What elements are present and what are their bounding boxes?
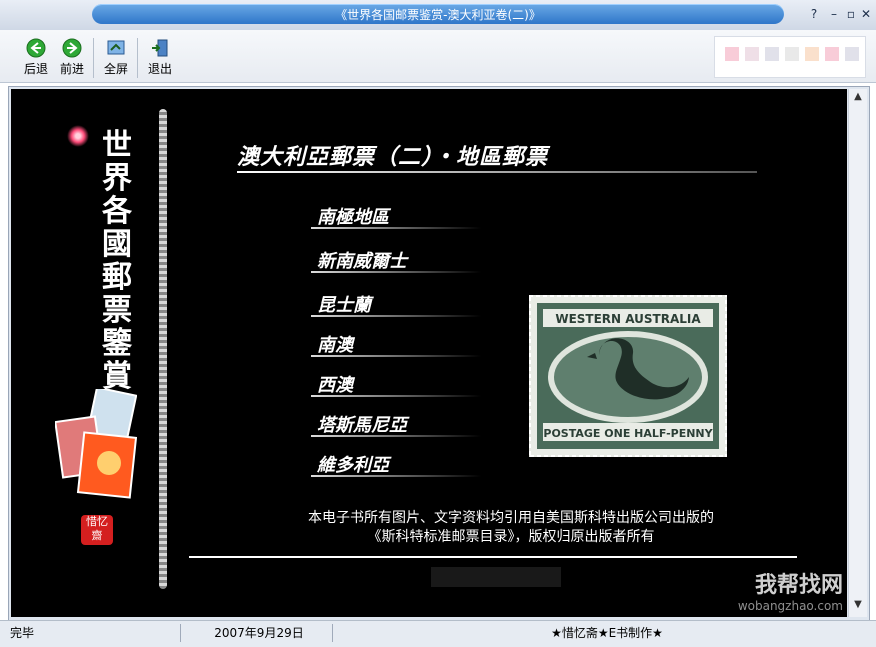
content-frame: 世 界 各 國 郵 票 鑒 賞 惜忆齋 澳大利亞郵票（二）・地區郵票 南極地區 … — [8, 86, 870, 622]
region-link-queensland[interactable]: 昆士蘭 — [311, 287, 497, 317]
vertical-scrollbar[interactable]: ▲ ▼ — [848, 89, 867, 617]
status-credit: ★惜忆斋★E书制作★ — [332, 624, 875, 642]
region-underline — [311, 315, 481, 317]
title-char: 鑒 — [102, 326, 132, 361]
region-label: 塔斯馬尼亞 — [317, 415, 407, 436]
region-link-victoria[interactable]: 維多利亞 — [311, 447, 497, 477]
region-link-south-australia[interactable]: 南澳 — [311, 327, 497, 357]
arrow-left-icon — [26, 38, 46, 58]
region-underline — [311, 395, 481, 397]
copyright-line: 《斯科特标准邮票目录》，版权归原出版者所有 — [367, 529, 655, 545]
title-char: 界 — [102, 161, 132, 196]
toolbar: 后退 前进 全屏 退出 — [0, 30, 876, 83]
title-char: 世 — [102, 128, 132, 163]
watermark-brand: 我帮找网 — [754, 573, 843, 598]
toolbar-separator — [93, 38, 94, 78]
footer-divider — [189, 556, 797, 558]
title-pill: 《世界各国邮票鉴赏-澳大利亚卷(二)》 — [92, 4, 784, 24]
region-underline — [311, 227, 481, 229]
exit-button[interactable]: 退出 — [140, 38, 180, 80]
fullscreen-button[interactable]: 全屏 — [96, 38, 136, 80]
region-label: 南澳 — [317, 335, 353, 356]
region-label: 南極地區 — [317, 207, 389, 228]
copyright-notice: 本电子书所有图片、文字资料均引用自美国斯科特出版公司出版的 《斯科特标准邮票目录… — [211, 509, 811, 547]
heading-underline — [237, 171, 757, 173]
region-link-new-south-wales[interactable]: 新南威爾士 — [311, 243, 497, 273]
region-label: 西澳 — [317, 375, 353, 396]
toolbar-separator — [137, 38, 138, 78]
ad-banner — [714, 36, 866, 78]
fullscreen-label: 全屏 — [103, 62, 128, 76]
sparkle-decoration — [67, 125, 89, 147]
region-link-western-australia[interactable]: 西澳 — [311, 367, 497, 397]
forward-button[interactable]: 前进 — [52, 38, 92, 80]
forward-label: 前进 — [59, 62, 84, 76]
scroll-down-icon[interactable]: ▼ — [849, 599, 867, 615]
copyright-line: 本电子书所有图片、文字资料均引用自美国斯科特出版公司出版的 — [308, 510, 714, 526]
scroll-up-icon[interactable]: ▲ — [849, 91, 867, 107]
stamp-bottom-text: POSTAGE ONE HALF-PENNY — [543, 427, 713, 440]
close-button[interactable]: ✕ — [858, 6, 874, 22]
stamp-top-text: WESTERN AUSTRALIA — [555, 312, 701, 326]
exit-label: 退出 — [147, 62, 172, 76]
exit-icon — [152, 39, 168, 57]
region-label: 新南威爾士 — [317, 251, 407, 272]
site-watermark: 我帮找网 wobangzhao.com — [703, 567, 843, 613]
watermark-url: wobangzhao.com — [737, 599, 843, 613]
region-label: 維多利亞 — [317, 455, 389, 476]
maximize-button[interactable]: ▫ — [843, 6, 859, 22]
chain-divider — [159, 109, 167, 589]
window-title: 《世界各国邮票鉴赏-澳大利亚卷(二)》 — [335, 8, 541, 22]
status-bar: 完毕 2007年9月29日 ★惜忆斋★E书制作★ — [0, 620, 876, 647]
status-date: 2007年9月29日 — [180, 624, 331, 642]
vertical-book-title: 世 界 各 國 郵 票 鑒 賞 — [97, 129, 137, 393]
region-underline — [311, 435, 481, 437]
fullscreen-icon — [107, 40, 125, 55]
arrow-right-icon — [62, 38, 82, 58]
blurred-region — [431, 567, 561, 587]
region-underline — [311, 355, 481, 357]
region-link-tasmania[interactable]: 塔斯馬尼亞 — [311, 407, 497, 437]
black-swan-stamp-image: WESTERN AUSTRALIA POSTAGE ONE HALF-PENNY — [529, 295, 727, 457]
page-heading: 澳大利亞郵票（二）・地區郵票 — [237, 145, 549, 170]
status-text: 完毕 — [10, 626, 35, 640]
region-link-antarctic[interactable]: 南極地區 — [311, 199, 497, 229]
minimize-button[interactable]: – — [826, 6, 842, 22]
title-char: 郵 — [102, 260, 132, 295]
back-label: 后退 — [23, 62, 48, 76]
region-label: 昆士蘭 — [317, 295, 371, 316]
seal-text: 惜忆齋 — [86, 515, 108, 542]
stamps-collage-image — [55, 389, 137, 499]
seal-stamp: 惜忆齋 — [81, 515, 113, 545]
title-char: 各 — [102, 194, 132, 229]
title-char: 票 — [102, 293, 132, 328]
region-underline — [311, 271, 481, 273]
ebook-page: 世 界 各 國 郵 票 鑒 賞 惜忆齋 澳大利亞郵票（二）・地區郵票 南極地區 … — [11, 89, 847, 617]
title-char: 國 — [102, 227, 132, 262]
back-button[interactable]: 后退 — [16, 38, 56, 80]
region-underline — [311, 475, 481, 477]
title-bar: 《世界各国邮票鉴赏-澳大利亚卷(二)》 ? – ▫ ✕ — [0, 0, 876, 31]
help-button[interactable]: ? — [806, 6, 822, 22]
